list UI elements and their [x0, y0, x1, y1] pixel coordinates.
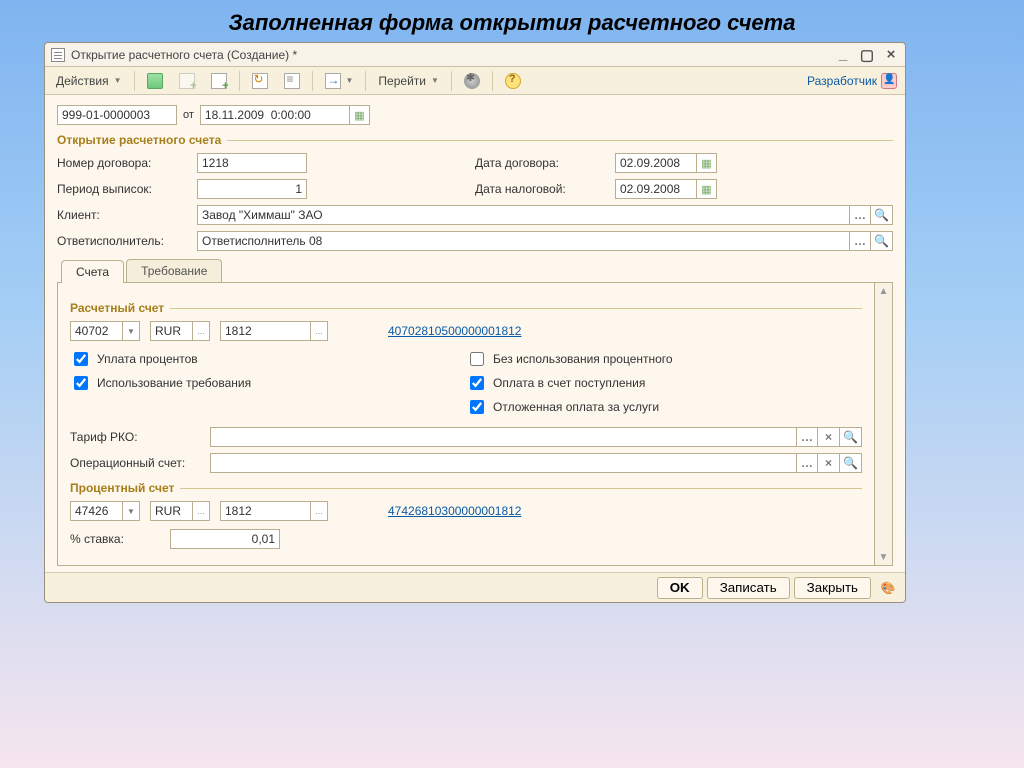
ref-lookup-button[interactable]: … — [310, 501, 328, 521]
slide-title: Заполненная форма открытия расчетного сч… — [0, 0, 1024, 42]
actions-menu[interactable]: Действия▼ — [49, 70, 129, 92]
toolbar: Действия▼ ▼ Перейти▼ Разработчик — [45, 67, 905, 95]
chevron-down-icon: ▼ — [431, 76, 439, 85]
ref-lookup-button[interactable]: … — [796, 453, 818, 473]
executor-label: Ответисполнитель: — [57, 234, 197, 248]
tb-template-icon[interactable] — [277, 70, 307, 92]
tab-requirement[interactable]: Требование — [126, 259, 222, 282]
ref-lookup-button[interactable]: … — [796, 427, 818, 447]
calendar-icon[interactable]: ▦ — [350, 105, 370, 125]
window-controls: _ ▢ × — [835, 47, 899, 63]
tax-date-label: Дата налоговой: — [475, 182, 615, 196]
goto-menu[interactable]: Перейти▼ — [371, 70, 445, 92]
open-section-title: Открытие расчетного счета — [57, 133, 893, 147]
chevron-down-icon[interactable]: ▼ — [122, 501, 140, 521]
ref-lookup-button[interactable]: … — [310, 321, 328, 341]
close-window-button[interactable]: Закрыть — [794, 577, 871, 599]
scroll-up-icon[interactable]: ▲ — [875, 283, 892, 299]
contract-no-label: Номер договора: — [57, 156, 197, 170]
footer: OK Записать Закрыть 🎨 — [45, 572, 905, 602]
period-input[interactable] — [197, 179, 307, 199]
op-acct-label: Операционный счет: — [70, 456, 210, 470]
tb-settings-icon[interactable] — [457, 70, 487, 92]
ref-lookup-button[interactable]: … — [192, 501, 210, 521]
tb-save-icon[interactable] — [140, 70, 170, 92]
contract-no-input[interactable] — [197, 153, 307, 173]
tb-help-icon[interactable] — [498, 70, 528, 92]
tariff-label: Тариф РКО: — [70, 430, 210, 444]
maximize-button[interactable]: ▢ — [859, 47, 875, 63]
ref-lookup-button[interactable]: … — [849, 205, 871, 225]
rate-input[interactable] — [170, 529, 280, 549]
close-button[interactable]: × — [883, 47, 899, 63]
ok-button[interactable]: OK — [657, 577, 703, 599]
period-label: Период выписок: — [57, 182, 197, 196]
rate-label: % ставка: — [70, 532, 170, 546]
doc-date-input[interactable] — [200, 105, 350, 125]
percent-code-input[interactable] — [70, 501, 122, 521]
tb-refresh-icon[interactable] — [245, 70, 275, 92]
deferred-pay-check[interactable]: Отложенная оплата за услуги — [466, 397, 862, 417]
tb-new-icon[interactable] — [204, 70, 234, 92]
percent-full-number-link[interactable]: 47426810300000001812 — [388, 504, 521, 518]
op-acct-input[interactable] — [210, 453, 796, 473]
use-requirement-check[interactable]: Использование требования — [70, 373, 466, 393]
ref-clear-button[interactable]: × — [818, 427, 840, 447]
calendar-icon[interactable]: ▦ — [697, 153, 717, 173]
app-window: Открытие расчетного счета (Создание) * _… — [44, 42, 906, 603]
ref-search-button[interactable]: 🔍 — [840, 427, 862, 447]
window-title: Открытие расчетного счета (Создание) * — [71, 48, 297, 62]
settlement-code-input[interactable] — [70, 321, 122, 341]
chevron-down-icon: ▼ — [346, 76, 354, 85]
titlebar: Открытие расчетного счета (Создание) * _… — [45, 43, 905, 67]
settlement-full-number-link[interactable]: 40702810500000001812 — [388, 324, 521, 338]
settlement-title: Расчетный счет — [70, 301, 862, 315]
pay-interest-check[interactable]: Уплата процентов — [70, 349, 466, 369]
percent-number-input[interactable] — [220, 501, 310, 521]
developer-link[interactable]: Разработчик — [803, 73, 901, 89]
user-icon — [881, 73, 897, 89]
ref-search-button[interactable]: 🔍 — [871, 205, 893, 225]
percent-title: Процентный счет — [70, 481, 862, 495]
client-label: Клиент: — [57, 208, 197, 222]
executor-input[interactable] — [197, 231, 849, 251]
tb-post-icon[interactable] — [172, 70, 202, 92]
ref-lookup-button[interactable]: … — [849, 231, 871, 251]
document-icon — [51, 48, 65, 62]
contract-date-input[interactable] — [615, 153, 697, 173]
tb-export-icon[interactable]: ▼ — [318, 70, 361, 92]
palette-icon[interactable]: 🎨 — [879, 579, 897, 597]
ref-clear-button[interactable]: × — [818, 453, 840, 473]
ref-lookup-button[interactable]: … — [192, 321, 210, 341]
chevron-down-icon: ▼ — [114, 76, 122, 85]
settlement-number-input[interactable] — [220, 321, 310, 341]
pay-on-receipt-check[interactable]: Оплата в счет поступления — [466, 373, 862, 393]
scroll-down-icon[interactable]: ▼ — [875, 549, 892, 565]
chevron-down-icon[interactable]: ▼ — [122, 321, 140, 341]
calendar-icon[interactable]: ▦ — [697, 179, 717, 199]
ref-search-button[interactable]: 🔍 — [871, 231, 893, 251]
no-percent-check[interactable]: Без использования процентного — [466, 349, 862, 369]
ref-search-button[interactable]: 🔍 — [840, 453, 862, 473]
date-from-label: от — [183, 109, 194, 121]
save-button[interactable]: Записать — [707, 577, 790, 599]
tax-date-input[interactable] — [615, 179, 697, 199]
doc-number-input[interactable] — [57, 105, 177, 125]
percent-currency-input[interactable] — [150, 501, 192, 521]
settlement-currency-input[interactable] — [150, 321, 192, 341]
minimize-button[interactable]: _ — [835, 47, 851, 63]
tab-accounts[interactable]: Счета — [61, 260, 124, 283]
scrollbar[interactable]: ▲ ▼ — [875, 282, 893, 566]
tariff-input[interactable] — [210, 427, 796, 447]
client-input[interactable] — [197, 205, 849, 225]
contract-date-label: Дата договора: — [475, 156, 615, 170]
